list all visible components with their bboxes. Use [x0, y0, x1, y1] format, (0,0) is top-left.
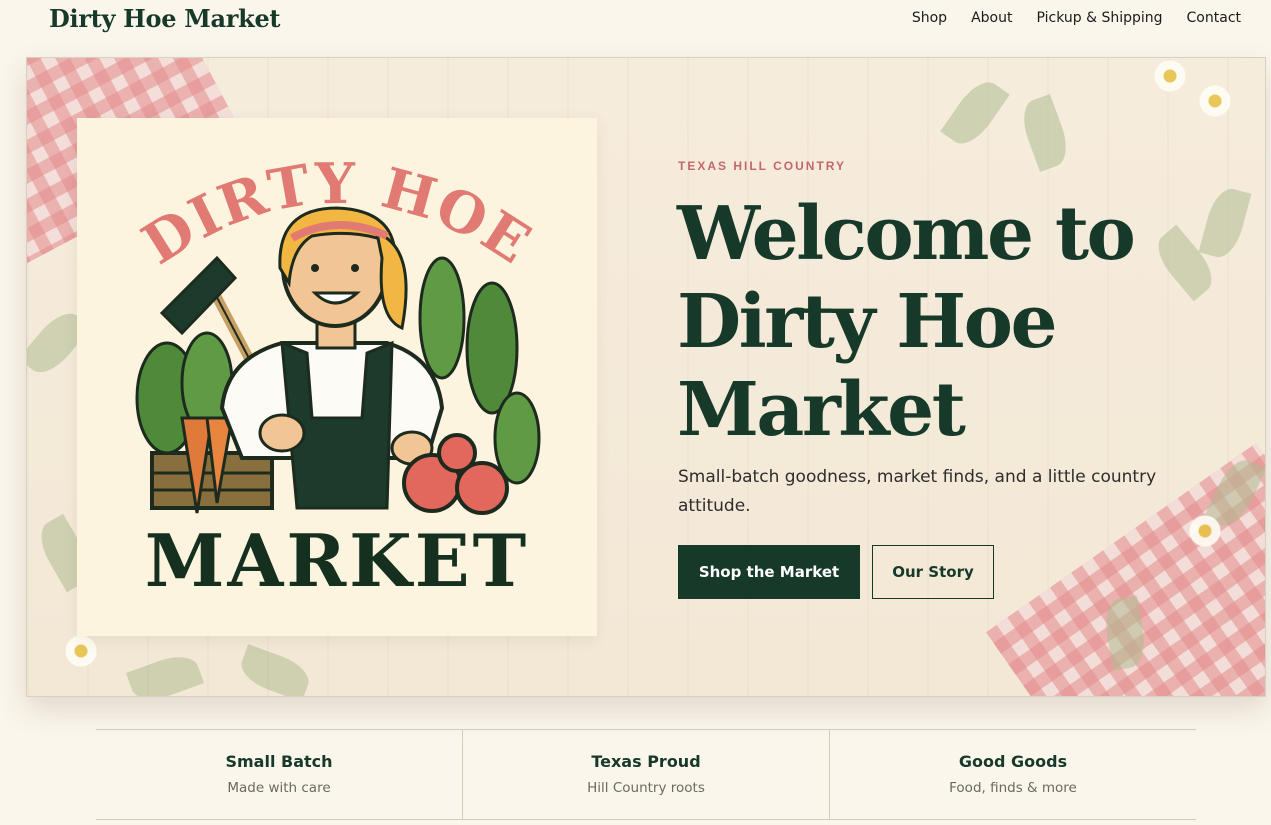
our-story-button[interactable]: Our Story	[872, 545, 994, 599]
feature-small-batch: Small Batch Made with care	[96, 730, 462, 819]
nav-pickup-shipping[interactable]: Pickup & Shipping	[1036, 10, 1162, 26]
shop-the-market-button[interactable]: Shop the Market	[678, 545, 860, 599]
hero-eyebrow: TEXAS HILL COUNTRY	[678, 159, 847, 173]
market-logo-illustration: DIRTY HOE MARKET	[131, 151, 541, 603]
feature-subtitle: Made with care	[227, 780, 331, 796]
logo-market-word: MARKET	[145, 518, 529, 603]
hero-headline: Welcome to Dirty Hoe Market	[677, 191, 1136, 453]
feature-title: Good Goods	[958, 752, 1068, 771]
feature-subtitle: Hill Country roots	[587, 780, 705, 796]
nav-about[interactable]: About	[971, 10, 1012, 26]
daisy-icon	[63, 633, 99, 669]
features-strip: Small Batch Made with care Texas Proud H…	[96, 729, 1196, 820]
daisy-icon	[1152, 58, 1188, 94]
leaf-decoration	[125, 649, 205, 696]
nav-contact[interactable]: Contact	[1187, 10, 1241, 26]
hero-section: DIRTY HOE MARKET TEXAS HILL COUNTRY Welc…	[26, 57, 1266, 697]
site-header: Dirty Hoe Market Shop About Pickup & Shi…	[0, 0, 1271, 40]
feature-texas-proud: Texas Proud Hill Country roots	[462, 730, 829, 819]
logo-card: DIRTY HOE MARKET	[77, 118, 597, 636]
brand-logo-text[interactable]: Dirty Hoe Market	[49, 4, 281, 33]
leaf-decoration	[235, 644, 315, 696]
leaf-decoration	[1016, 93, 1074, 173]
feature-title: Small Batch	[225, 752, 333, 771]
leaf-decoration	[940, 74, 1010, 152]
feature-title: Texas Proud	[591, 752, 701, 771]
daisy-icon	[1197, 83, 1233, 119]
nav-shop[interactable]: Shop	[912, 10, 947, 26]
main-nav: Shop About Pickup & Shipping Contact	[912, 10, 1241, 26]
feature-subtitle: Food, finds & more	[949, 780, 1077, 796]
feature-good-goods: Good Goods Food, finds & more	[829, 730, 1196, 819]
hero-tagline: Small-batch goodness, market finds, and …	[678, 467, 1157, 516]
